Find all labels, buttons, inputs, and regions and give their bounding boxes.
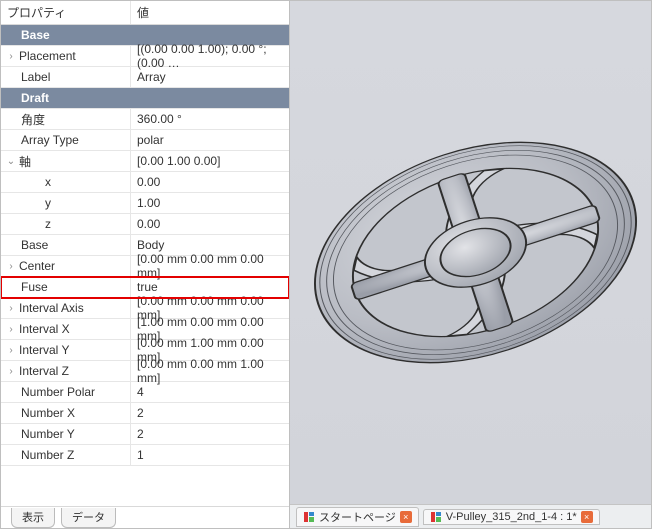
panel-bottom-tabs: 表示 データ — [1, 506, 289, 528]
numx-value[interactable]: 2 — [131, 403, 289, 423]
row-intervalz[interactable]: ›Interval Z [0.00 mm 0.00 mm 1.00 mm] — [1, 361, 289, 382]
close-icon[interactable]: × — [400, 511, 412, 523]
placement-label: Placement — [19, 49, 76, 63]
center-value[interactable]: [0.00 mm 0.00 mm 0.00 mm] — [131, 256, 289, 276]
property-panel: プロパティ 値 Base ›Placement [(0.00 0.00 1.00… — [1, 1, 290, 528]
freecad-icon — [303, 511, 315, 523]
axis-y-label: y — [45, 196, 51, 210]
row-axis-z[interactable]: z 0.00 — [1, 214, 289, 235]
placement-value[interactable]: [(0.00 0.00 1.00); 0.00 °; (0.00 … — [131, 46, 289, 66]
chevron-right-icon[interactable]: › — [5, 366, 17, 377]
row-fuse[interactable]: Fuse true — [1, 277, 289, 298]
center-label: Center — [19, 259, 55, 273]
axis-z-value[interactable]: 0.00 — [131, 214, 289, 234]
group-draft[interactable]: Draft — [1, 88, 289, 109]
pulley-render-icon — [290, 1, 651, 504]
document-tabs: スタートページ × V-Pulley_315_2nd_1-4 : 1* × — [290, 504, 651, 528]
row-axis-y[interactable]: y 1.00 — [1, 193, 289, 214]
numz-value[interactable]: 1 — [131, 445, 289, 465]
group-base-label: Base — [21, 28, 50, 42]
fuse-label: Fuse — [21, 280, 48, 294]
tab-data[interactable]: データ — [61, 508, 116, 528]
fuse-value[interactable]: true — [131, 277, 289, 297]
group-draft-label: Draft — [21, 91, 49, 105]
row-numy[interactable]: Number Y 2 — [1, 424, 289, 445]
angle-value[interactable]: 360.00 ° — [131, 109, 289, 129]
numx-label: Number X — [21, 406, 75, 420]
header-value: 値 — [131, 1, 289, 24]
label-value[interactable]: Array — [131, 67, 289, 87]
intervalz-value[interactable]: [0.00 mm 0.00 mm 1.00 mm] — [131, 361, 289, 381]
numy-value[interactable]: 2 — [131, 424, 289, 444]
intervalaxis-label: Interval Axis — [19, 301, 84, 315]
axis-value[interactable]: [0.00 1.00 0.00] — [131, 151, 289, 171]
row-numz[interactable]: Number Z 1 — [1, 445, 289, 466]
numy-label: Number Y — [21, 427, 75, 441]
numpolar-value[interactable]: 4 — [131, 382, 289, 402]
row-center[interactable]: ›Center [0.00 mm 0.00 mm 0.00 mm] — [1, 256, 289, 277]
3d-viewport[interactable] — [290, 1, 651, 504]
numz-label: Number Z — [21, 448, 74, 462]
chevron-right-icon[interactable]: › — [5, 261, 17, 272]
header-property: プロパティ — [1, 1, 131, 24]
intervalz-label: Interval Z — [19, 364, 69, 378]
chevron-right-icon[interactable]: › — [5, 51, 17, 62]
numpolar-label: Number Polar — [21, 385, 95, 399]
axis-x-label: x — [45, 175, 51, 189]
row-arraytype[interactable]: Array Type polar — [1, 130, 289, 151]
row-axis[interactable]: ⌄軸 [0.00 1.00 0.00] — [1, 151, 289, 172]
arraytype-value[interactable]: polar — [131, 130, 289, 150]
axis-label: 軸 — [19, 153, 31, 170]
base-label: Base — [21, 238, 48, 252]
arraytype-label: Array Type — [21, 133, 79, 147]
freecad-icon — [430, 511, 442, 523]
tab-document-label: V-Pulley_315_2nd_1-4 : 1* — [446, 511, 577, 523]
row-angle[interactable]: 角度 360.00 ° — [1, 109, 289, 130]
chevron-right-icon[interactable]: › — [5, 345, 17, 356]
axis-y-value[interactable]: 1.00 — [131, 193, 289, 213]
close-icon[interactable]: × — [581, 511, 593, 523]
property-rows: Base ›Placement [(0.00 0.00 1.00); 0.00 … — [1, 25, 289, 506]
row-numx[interactable]: Number X 2 — [1, 403, 289, 424]
row-placement[interactable]: ›Placement [(0.00 0.00 1.00); 0.00 °; (0… — [1, 46, 289, 67]
app-root: プロパティ 値 Base ›Placement [(0.00 0.00 1.00… — [0, 0, 652, 529]
intervaly-label: Interval Y — [19, 343, 69, 357]
chevron-right-icon[interactable]: › — [5, 303, 17, 314]
row-numpolar[interactable]: Number Polar 4 — [1, 382, 289, 403]
tab-start-page[interactable]: スタートページ × — [296, 507, 419, 527]
axis-z-label: z — [45, 217, 51, 231]
chevron-right-icon[interactable]: › — [5, 324, 17, 335]
right-panel: スタートページ × V-Pulley_315_2nd_1-4 : 1* × — [290, 1, 651, 528]
angle-label: 角度 — [21, 111, 45, 128]
tab-start-label: スタートページ — [319, 509, 396, 525]
property-header: プロパティ 値 — [1, 1, 289, 25]
chevron-down-icon[interactable]: ⌄ — [5, 156, 17, 167]
row-label[interactable]: Label Array — [1, 67, 289, 88]
row-axis-x[interactable]: x 0.00 — [1, 172, 289, 193]
axis-x-value[interactable]: 0.00 — [131, 172, 289, 192]
tab-view[interactable]: 表示 — [11, 508, 55, 528]
intervalx-label: Interval X — [19, 322, 70, 336]
tab-document[interactable]: V-Pulley_315_2nd_1-4 : 1* × — [423, 509, 600, 525]
label-label: Label — [21, 70, 50, 84]
